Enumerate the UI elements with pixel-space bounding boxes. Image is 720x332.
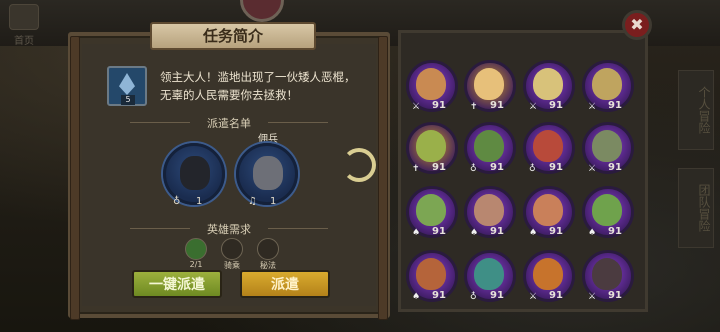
loading-spinner-icon xyxy=(342,148,376,182)
hero-card[interactable]: ♁ 91 xyxy=(464,250,518,304)
hero-level: 91 xyxy=(549,100,563,111)
dispatch-button[interactable]: 派遣 xyxy=(240,270,330,298)
hero-level: 91 xyxy=(490,162,504,173)
auto-dispatch-button[interactable]: 一键派遣 xyxy=(132,270,222,298)
crystal-icon xyxy=(119,73,135,95)
hero-class-icon: ♠ xyxy=(588,228,597,238)
hero-card[interactable]: ⚔ 91 xyxy=(582,60,636,114)
hero-level: 91 xyxy=(608,100,622,111)
hero-class-icon: ⚔ xyxy=(412,102,421,112)
wood-frame-right xyxy=(378,36,388,320)
hero-portrait xyxy=(416,194,446,226)
divider xyxy=(268,228,328,229)
hero-portrait xyxy=(533,130,563,162)
hero-level: 91 xyxy=(549,162,563,173)
green-gem-icon xyxy=(185,238,207,260)
divider xyxy=(130,228,190,229)
hero-card[interactable]: ♠ 91 xyxy=(406,250,460,304)
dispatch-slot-1-count: 1 xyxy=(196,196,203,207)
side-tab-team: 团队冒险 xyxy=(678,168,714,248)
hero-level: 91 xyxy=(549,226,563,237)
home-label: 首页 xyxy=(14,36,34,47)
hero-portrait xyxy=(474,130,504,162)
task-description: 领主大人！滥地出现了一伙矮人恶棍， 无辜的人民需要你去拯救！ xyxy=(160,68,370,104)
hero-class-icon: ♠ xyxy=(412,228,421,238)
hero-portrait xyxy=(416,130,446,162)
hero-portrait xyxy=(592,130,622,162)
arcane-icon xyxy=(257,238,279,260)
hero-portrait xyxy=(533,258,563,290)
hero-card[interactable]: ⚔ 91 xyxy=(406,60,460,114)
dispatch-slot-2[interactable] xyxy=(236,143,298,205)
mount-icon xyxy=(221,238,243,260)
hero-level: 91 xyxy=(608,162,622,173)
hero-class-icon: ♁ xyxy=(470,164,477,174)
hero-card[interactable]: ⚔ 91 xyxy=(523,60,577,114)
hero-class-icon: ⚔ xyxy=(588,102,597,112)
divider xyxy=(268,122,328,123)
hero-portrait xyxy=(416,258,446,290)
hero-class-icon: ♁ xyxy=(529,164,536,174)
hero-level: 91 xyxy=(608,290,622,301)
hero-class-icon: ⚔ xyxy=(529,102,538,112)
hero-class-icon: ⚔ xyxy=(588,164,597,174)
requirements-header: 英雄需求 xyxy=(207,223,251,236)
hero-card[interactable]: ♁ 91 xyxy=(523,122,577,176)
hero-portrait xyxy=(180,156,210,190)
task-level: 5 xyxy=(121,95,135,105)
dispatch-slot-1-class: ♁ xyxy=(173,196,181,207)
task-icon: 5 xyxy=(107,66,147,106)
hero-class-icon: ♠ xyxy=(412,292,421,302)
hero-class-icon: ⚔ xyxy=(529,292,538,302)
dispatch-slot-2-count: 1 xyxy=(270,196,277,207)
divider xyxy=(130,122,190,123)
hero-level: 91 xyxy=(432,162,446,173)
hero-class-icon: ✝ xyxy=(470,102,478,112)
hero-portrait xyxy=(592,194,622,226)
hero-card[interactable]: ⚔ 91 xyxy=(582,250,636,304)
dispatch-header: 派遣名单 xyxy=(207,117,251,130)
hero-level: 91 xyxy=(432,100,446,111)
task-description-line-1: 领主大人！滥地出现了一伙矮人恶棍， xyxy=(160,70,356,84)
hero-portrait xyxy=(474,68,504,100)
requirement-count: 2/1 xyxy=(189,260,203,269)
hero-class-icon: ✝ xyxy=(412,164,420,174)
hero-class-icon: ⚔ xyxy=(588,292,597,302)
hero-card[interactable]: ♠ 91 xyxy=(406,186,460,240)
hero-card[interactable]: ♠ 91 xyxy=(523,186,577,240)
hero-portrait xyxy=(592,68,622,100)
hero-card[interactable]: ✝ 91 xyxy=(406,122,460,176)
home-icon xyxy=(9,4,39,30)
task-description-line-2: 无辜的人民需要你去拯救！ xyxy=(160,88,298,102)
hero-level: 91 xyxy=(490,226,504,237)
hero-card[interactable]: ✝ 91 xyxy=(464,60,518,114)
hero-class-icon: ♠ xyxy=(529,228,538,238)
hero-level: 91 xyxy=(549,290,563,301)
hero-portrait xyxy=(592,258,622,290)
hero-portrait xyxy=(474,194,504,226)
hero-portrait xyxy=(533,68,563,100)
hero-class-icon: ♠ xyxy=(470,228,479,238)
side-tab-solo: 个人冒险 xyxy=(678,70,714,150)
hero-level: 91 xyxy=(490,100,504,111)
hero-card[interactable]: ♠ 91 xyxy=(464,186,518,240)
home-button: 首页 xyxy=(6,4,42,48)
hero-card[interactable]: ♠ 91 xyxy=(582,186,636,240)
hero-class-icon: ♁ xyxy=(470,292,477,302)
dispatch-slot-2-class: ♫ xyxy=(248,196,257,207)
hero-portrait xyxy=(533,194,563,226)
close-button[interactable]: ✖ xyxy=(622,10,652,40)
wood-frame-left xyxy=(70,36,80,320)
mission-title: 任务简介 xyxy=(150,22,316,50)
hero-level: 91 xyxy=(432,290,446,301)
hero-card[interactable]: ♁ 91 xyxy=(464,122,518,176)
hero-level: 91 xyxy=(608,226,622,237)
hero-card[interactable]: ⚔ 91 xyxy=(523,250,577,304)
hero-card[interactable]: ⚔ 91 xyxy=(582,122,636,176)
hero-level: 91 xyxy=(490,290,504,301)
hero-level: 91 xyxy=(432,226,446,237)
hero-portrait xyxy=(416,68,446,100)
hero-portrait xyxy=(253,156,283,190)
hero-portrait xyxy=(474,258,504,290)
